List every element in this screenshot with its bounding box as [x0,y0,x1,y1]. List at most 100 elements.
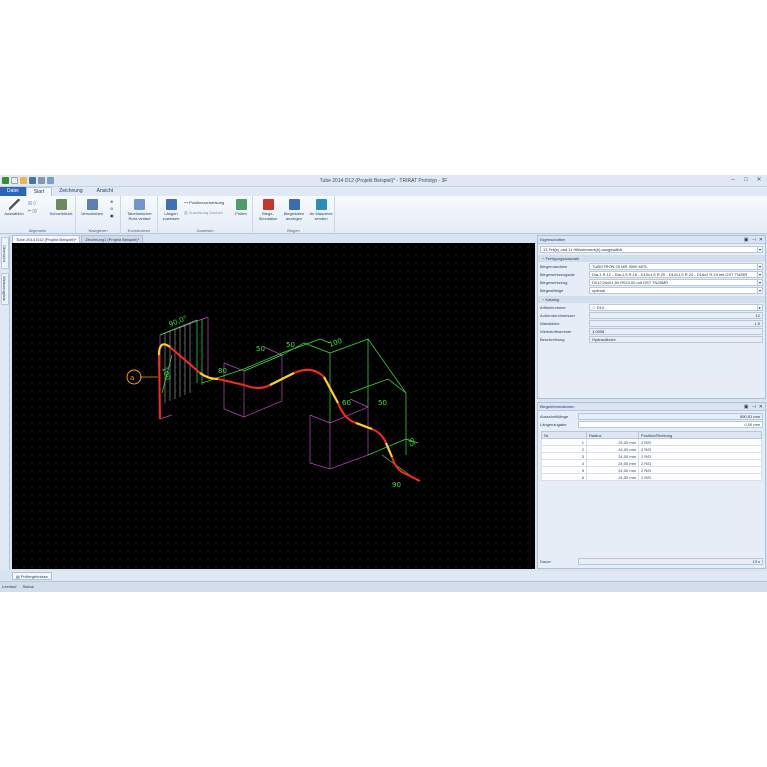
doc-tab-tube[interactable]: Tube 2014 D12 (Projekt Beispiel)* [12,235,81,243]
table-row[interactable]: 4 24,00 mm 2 R/D [541,459,762,467]
bend-data-icon [288,199,300,210]
tab-pruefergebnisse[interactable]: ▤ Prüfergebnisse [12,572,52,580]
prop-label: Biegewerkzeugsatz [540,272,575,277]
dim-angle: 90,0° [168,314,189,329]
prop-label: Dauer [540,559,551,564]
check-button[interactable]: Prüfen [232,199,250,216]
cell-nr: 3 [541,452,587,460]
send-machine-button[interactable]: An Maschine senden [308,199,334,221]
assign-lengths-button[interactable]: Längen zuweisen [160,199,182,221]
bend-data-button[interactable]: Biegedaten anzeigen [282,199,306,221]
tab-uebersicht[interactable]: Übersicht [1,237,9,269]
delete-assign-label: Zuweisung löschen [188,210,224,215]
section-fertigung[interactable]: − Fertigungsauswahl [538,255,765,262]
bend-simulation-label: Biege-Simulation [258,211,278,221]
cell-pos: 2 R/D [638,445,762,453]
prop-row-toolset: Biegewerkzeugsatz Dia-1 R.12 - Dia-1,5 R… [538,271,765,279]
bend-simulation-button[interactable]: Biege-Simulation [255,199,281,221]
group-label-allgemein: Allgemein [28,228,47,233]
selection-dropdown[interactable]: 13 Teil(e) und 11 Hilfselement(e) ausgew… [540,246,763,253]
select-button[interactable]: Auswählen [3,199,25,216]
table-row[interactable]: 5 24,00 mm 2 R/D [541,466,762,474]
panel-close-icon[interactable]: ✕ [759,403,763,411]
cat-row-article: Artikelnummer ☆ D14 ▸ [538,304,765,312]
tab-werkzeugliste[interactable]: Werkzeugliste [1,273,9,305]
document-tabs: Tube 2014 D12 (Projekt Beispiel)* Zeichn… [12,235,535,243]
duration-row: Dauer 13 s [538,558,765,566]
group-konstruieren: Tabellarischer Rohr-verlauf Konstruieren [121,196,158,234]
pin-icon[interactable]: ⊣ [751,403,755,411]
prop-value: Hydraulikrohr [592,337,616,342]
sequence-field[interactable]: optimal ▾ [589,287,763,294]
zoom-out-icon[interactable]: ⊖ [110,206,113,212]
copy-icons[interactable]: ▯▯ ▯ [28,200,36,206]
float-icon[interactable]: ▣ [744,403,749,411]
dim-50-a: 50 [256,345,265,353]
cell-pos: 2 R/D [638,473,762,481]
article-field[interactable]: ☆ D14 ▸ [589,304,763,311]
tab-zeichnung[interactable]: Zeichnung [52,187,89,196]
bend-table: Nr. Radius Position/Richtung 1 24,00 mm 2 … [541,431,762,481]
drawing-canvas[interactable]: a 90,0° 100 80 50 50 100 60 50 95 90 [12,243,535,569]
doc-tab-zeichnung[interactable]: Zeichnung1 (Projekt Beispiel)* [81,235,144,243]
col-position[interactable]: Position/Richtung [638,431,762,439]
duration-value: 13 s [578,558,763,565]
tab-start[interactable]: Start [25,187,53,196]
pin-icon[interactable]: ⊣ [751,236,755,244]
quick-print-button[interactable]: Schnelldruck [48,199,74,216]
material-field: 1.0308 [589,328,763,335]
zoom-in-icon[interactable]: ⊕ [110,199,113,205]
cell-pos: 2 R/D [638,459,762,467]
cell-radius: 24,00 mm [586,445,639,453]
col-nr[interactable]: Nr. [541,431,587,439]
float-icon[interactable]: ▣ [744,236,749,244]
maximize-icon[interactable]: □ [741,177,751,184]
quick-print-label: Schnelldruck [49,211,73,216]
prop-value: 13 s [752,559,760,564]
cell-nr: 4 [541,459,587,467]
select-button-label: Auswählen [4,211,24,216]
panel-close-icon[interactable]: ✕ [759,236,763,244]
simulation-icon [262,199,274,210]
properties-header: Eigenschaften ▣ ⊣ ✕ [538,236,765,244]
prop-label: Beschreibung [540,337,565,342]
cut-icons[interactable]: ✂ ▯▯ [28,208,37,214]
position-assign-label: Positionszuweisung [189,200,225,205]
tube-drawing: a 90,0° 100 80 50 50 100 60 50 95 90 [126,314,421,489]
tool-field[interactable]: D012,00x01,50 R024,00 mit GST TN25MR ▾ [589,279,763,286]
dim-80: 80 [218,367,227,375]
tab-datei[interactable]: Datei [0,187,26,196]
col-radius[interactable]: Radius [586,431,639,439]
length-allowance-row: Längenzugabe 0,00 mm [538,421,765,429]
cell-nr: 1 [541,438,587,446]
tab-pruefergebnisse-label: Prüfergebnisse [20,574,48,579]
table-row[interactable]: 2 24,00 mm 2 R/D [541,445,762,453]
cat-row-description: Beschreibung Hydraulikrohr [538,336,765,344]
zoom-fit-icon[interactable]: ▣ [110,213,114,219]
cat-row-wall: Wanddicke 1,5 [538,320,765,328]
prop-label: Werkstoffnummer [540,329,572,334]
length-allowance-value[interactable]: 0,00 mm [578,421,763,428]
minimize-icon[interactable]: – [728,177,738,184]
description-field: Hydraulikrohr [589,336,763,343]
prop-label: Biegewerkzeug [540,280,568,285]
table-row[interactable]: 3 24,00 mm 2 R/D [541,452,762,460]
table-route-button[interactable]: Tabellarischer Rohr-verlauf [123,199,156,221]
table-icon [134,199,145,210]
position-assign-button[interactable]: ⊶ Positionszuweisung [184,200,224,206]
delete-assign-button[interactable]: ▥ Zuweisung löschen [184,210,223,216]
check-icon [235,199,247,210]
prop-label: Biegeabfolge [540,288,564,293]
table-row[interactable]: 1 24,00 mm 2 R/D [541,438,762,446]
pan-button[interactable]: Verschieben [79,199,105,216]
tab-ansicht[interactable]: Ansicht [90,187,120,196]
window-title: Tube 2014 D12 (Projekt Beispiel)* - TRIR… [319,178,448,184]
close-icon[interactable]: ✕ [754,177,764,184]
pan-label: Verschieben [80,211,103,216]
section-katalog[interactable]: − Katalog [538,296,765,303]
toolset-field[interactable]: Dia-1 R.12 - Dia-1,5 R.16 - D10x1,5 R.20… [589,271,763,278]
group-zuweisen: Längen zuweisen ⊶ Positionszuweisung ▥ Z… [158,196,253,234]
printer-icon [55,199,67,210]
machine-field[interactable]: TUBOTRON 25 MR 3000 MITL ▾ [589,263,763,270]
table-row[interactable]: 6 24,00 mm 2 R/D [541,473,762,481]
